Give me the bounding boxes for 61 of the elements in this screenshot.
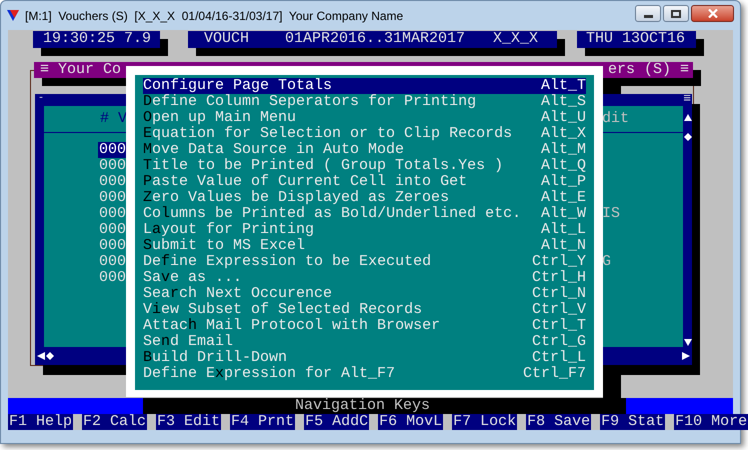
scroll-up-icon[interactable] [684, 114, 692, 121]
menu-item[interactable]: Submit to MS Excel Alt_N [143, 238, 586, 254]
menu-mark-icon[interactable]: ≡ [683, 94, 692, 104]
maximize-button[interactable] [663, 5, 689, 22]
company-code: X_X_X [493, 31, 538, 48]
menu-item[interactable]: Paste Value of Current Cell into Get Alt_P [143, 174, 586, 190]
menu-item[interactable]: Zero Values be Displayed as Zeroes Alt_E [143, 190, 586, 206]
table-cell[interactable]: 000 [98, 142, 128, 158]
close-button[interactable] [691, 5, 734, 22]
scroll-thumb-icon[interactable] [684, 133, 692, 141]
minimize-button[interactable] [635, 5, 661, 22]
menu-item[interactable]: Save as ... Ctrl_H [143, 270, 586, 286]
period-label: 01APR2016..31MAR2017 [285, 31, 466, 48]
window-title: [M:1] Vouchers (S) [X_X_X 01/04/16-31/03/17] Your Company Name [25, 8, 404, 24]
scroll-left-icon[interactable] [37, 352, 55, 360]
menu-item[interactable]: Equation for Selection or to Clip Records Alt_X [143, 126, 586, 142]
table-cell[interactable]: 000 [98, 254, 128, 270]
table-cell[interactable]: 000 [98, 222, 128, 238]
table-cell: IS [602, 206, 620, 222]
corner-mark: - [37, 94, 44, 104]
window-title-left: ≡ Your Co [39, 62, 122, 78]
close-icon [708, 9, 718, 18]
table-cell[interactable]: 000 [98, 190, 128, 206]
table-cell[interactable]: 000 [98, 158, 128, 174]
module-label: VOUCH [204, 31, 250, 48]
table-cell[interactable]: 000 [98, 238, 128, 254]
menu-item[interactable]: Layout for Printing Alt_L [143, 222, 586, 238]
table-cell[interactable]: 000 [98, 270, 128, 286]
table-cell[interactable]: 000 [98, 174, 128, 190]
app-logo-icon [7, 10, 19, 22]
date-display: THU 13OCT16 [577, 31, 696, 48]
scroll-down-icon[interactable] [684, 339, 692, 346]
menu-item[interactable]: Define Column Seperators for Printing Alt_S [143, 94, 586, 110]
function-key-button[interactable]: F2 Calc [82, 414, 148, 430]
function-key-button[interactable]: F6 MovL [378, 414, 444, 430]
column-header: # V [100, 111, 128, 127]
column-header: dit [602, 111, 630, 127]
menu-item[interactable]: Attach Mail Protocol with Browser Ctrl_T [143, 318, 586, 334]
menu-item[interactable]: Define Expression to be Executed Ctrl_Y [143, 254, 586, 270]
menu-item[interactable]: Move Data Source in Auto Mode Alt_M [143, 142, 586, 158]
menu-item[interactable]: Configure Page Totals Alt_T [143, 78, 586, 94]
menu-item[interactable]: Columns be Printed as Bold/Underlined etc. Alt_W [143, 206, 586, 222]
menu-item[interactable]: Search Next Occurence Ctrl_N [143, 286, 586, 302]
scroll-right-icon[interactable] [682, 352, 690, 360]
menu-item[interactable]: Build Drill-Down Ctrl_L [143, 350, 586, 366]
menu-item[interactable]: View Subset of Selected Records Ctrl_V [143, 302, 586, 318]
function-key-button[interactable]: F9 Stat [600, 414, 666, 430]
navigation-title: Navigation Keys [143, 398, 626, 414]
function-key-button[interactable]: F3 Edit [156, 414, 222, 430]
time-display: 19:30:25 7.9 [33, 31, 160, 48]
function-key-button[interactable]: F5 AddC [304, 414, 370, 430]
function-key-button[interactable]: F1 Help [8, 414, 74, 430]
function-key-button[interactable]: F7 Lock [452, 414, 518, 430]
table-cell[interactable]: 000 [98, 206, 128, 222]
menu-item[interactable]: Title to be Printed ( Group Totals.Yes ) Alt_Q [143, 158, 586, 174]
menu-item[interactable]: Open up Main Menu Alt_U [143, 110, 586, 126]
menu-item[interactable]: Define Expression for Alt_F7 Ctrl_F7 [143, 366, 586, 382]
function-key-button[interactable]: F4 Prnt [230, 414, 296, 430]
menu-item[interactable]: Send Email Ctrl_G [143, 334, 586, 350]
function-key-button[interactable]: F8 Save [526, 414, 592, 430]
function-key-button[interactable]: F10 More [674, 414, 748, 430]
